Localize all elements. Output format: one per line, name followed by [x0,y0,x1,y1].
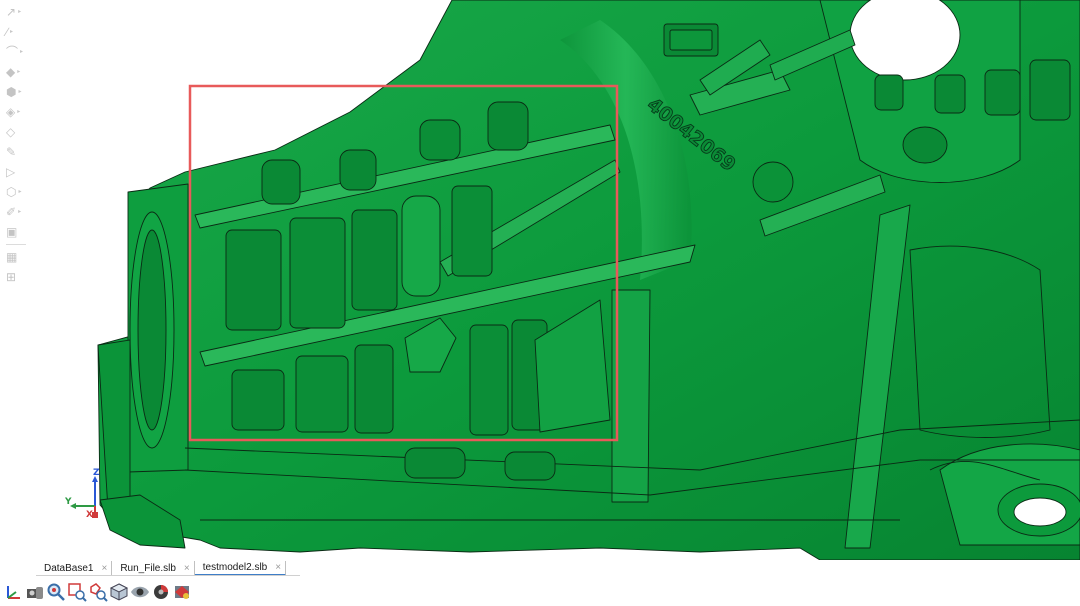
brush-tool-button[interactable]: ✐ ▸ [2,202,32,222]
box-icon: ▣ [6,225,18,239]
camera-button[interactable] [25,581,45,603]
block-icon: ◇ [6,125,16,139]
line-icon: ∕ [6,25,9,39]
line-tool-button[interactable]: ∕ ▸ [2,22,32,42]
expand-arrow-icon[interactable]: ▸ [18,89,21,95]
cube-view-button[interactable] [109,581,129,603]
view-toolbar [4,580,193,604]
document-tab[interactable]: DataBase1 × [36,561,113,576]
render-mode-button[interactable] [172,581,192,603]
triad-z-label: Z [93,468,100,478]
zoom-icon [47,583,65,601]
expand-arrow-icon[interactable]: ▸ [17,109,20,115]
render-mode-icon [175,586,189,599]
left-toolbar: ↗ ▸ ∕ ▸ ⌒ ▸ ◆ ▸ ⬢ ▸ ◈ ▸ ◇ ✎ ▷ ⬡ ▸ ✐ ▸ ▣ ▦ ⊞ [2,2,36,287]
pencil-tool-button[interactable]: ✎ [2,142,32,162]
node-tool-button[interactable]: ▷ [2,162,32,182]
orientation-triad: Z Y X [60,466,120,526]
surface-edit-tool-button[interactable]: ◈ ▸ [2,102,32,122]
section-cut-icon [154,585,168,599]
mesh-icon: ▦ [6,250,18,264]
tab-label: DataBase1 [44,563,94,574]
expand-arrow-icon[interactable]: ▸ [20,49,23,55]
expand-arrow-icon[interactable]: ▸ [18,209,21,215]
brush-icon: ✐ [6,205,17,219]
visibility-eye-button[interactable] [130,581,150,603]
block-tool-button[interactable]: ◇ [2,122,32,142]
element-tool-button[interactable]: ⬡ ▸ [2,182,32,202]
box-tool-button[interactable]: ▣ [2,222,32,242]
zoom-selection-icon [90,583,108,602]
expand-arrow-icon[interactable]: ▸ [18,189,21,195]
camera-icon [27,587,43,599]
element-icon: ⬡ [6,185,17,199]
tab-bar-divider [36,575,300,576]
curve-icon: ⌒ [6,45,19,59]
casting-body [97,0,1080,560]
measure-tool-button[interactable]: ⊞ [2,267,32,287]
pointer-icon: ↗ [6,5,17,19]
graphics-viewport[interactable]: 40042069 ↗ ▸ ∕ ▸ ⌒ ▸ ◆ ▸ ⬢ ▸ ◈ ▸ ◇ ✎ ▷ ⬡ ▸ ✐ ▸ ▣ ▦ ⊞ Z Y X [0,0,1080,560]
solid-tool-button[interactable]: ⬢ ▸ [2,82,32,102]
axis-triad-button[interactable] [4,581,24,603]
expand-arrow-icon[interactable]: ▸ [10,29,13,35]
close-tab-icon[interactable]: × [184,563,190,574]
tab-label: testmodel2.slb [202,562,268,573]
3d-model-view[interactable]: 40042069 [0,0,1080,560]
surface-edit-icon: ◈ [6,105,16,119]
document-tab-bar: DataBase1 × Run_File.slb × testmodel2.slb × [36,560,287,576]
surface-tool-button[interactable]: ◆ ▸ [2,62,32,82]
triad-y-label: Y [65,497,72,507]
zoom-window-icon [68,583,87,602]
section-cut-button[interactable] [151,581,171,603]
node-icon: ▷ [6,165,16,179]
measure-icon: ⊞ [6,270,17,284]
tab-label: Run_File.slb [120,563,176,574]
cube-view-icon [109,583,129,601]
document-tab[interactable]: testmodel2.slb × [194,561,287,576]
axis-triad-icon [7,586,20,599]
zoom-button[interactable] [46,581,66,603]
zoom-selection-button[interactable] [88,581,108,603]
document-tab[interactable]: Run_File.slb × [112,561,195,576]
zoom-window-button[interactable] [67,581,87,603]
solid-icon: ⬢ [6,85,17,99]
pointer-tool-button[interactable]: ↗ ▸ [2,2,32,22]
curve-tool-button[interactable]: ⌒ ▸ [2,42,32,62]
expand-arrow-icon[interactable]: ▸ [17,69,20,75]
visibility-eye-icon [131,586,149,598]
mesh-tool-button[interactable]: ▦ [2,247,32,267]
close-tab-icon[interactable]: × [275,562,281,573]
pencil-icon: ✎ [6,145,17,159]
toolbar-separator [6,244,26,245]
expand-arrow-icon[interactable]: ▸ [18,9,21,15]
surface-icon: ◆ [6,65,16,79]
triad-x-label: X [86,510,93,520]
close-tab-icon[interactable]: × [101,563,107,574]
